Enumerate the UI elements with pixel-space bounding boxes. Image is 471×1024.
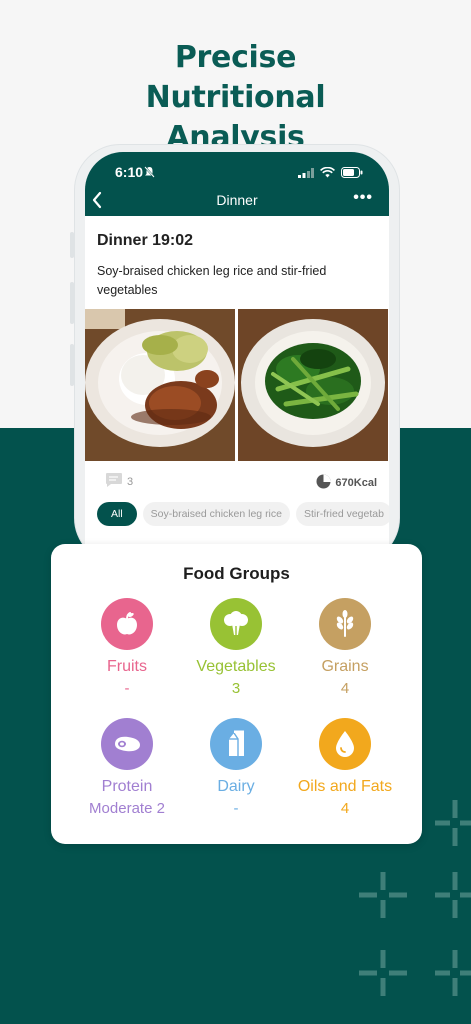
food-groups-title: Food Groups: [183, 564, 290, 583]
battery-icon: [341, 165, 363, 183]
food-group-label: Protein: [101, 778, 153, 795]
food-group-value: -: [124, 680, 130, 697]
food-filter-chips: All Soy-braised chicken leg rice Stir-fr…: [97, 502, 389, 526]
phone-side-button: [70, 344, 74, 386]
food-group-protein[interactable]: Protein Moderate 2: [65, 718, 189, 817]
nav-bar: Dinner •••: [85, 186, 389, 216]
stir-fried-vegetables-photo[interactable]: [238, 309, 388, 461]
chip-stir-fried-vegetables[interactable]: Stir-fried vegetab: [295, 502, 389, 526]
food-group-label: Vegetables: [196, 658, 276, 675]
food-group-vegetables[interactable]: Vegetables 3: [174, 598, 298, 697]
food-group-value: -: [233, 800, 239, 817]
meal-title: Dinner 19:02: [97, 232, 194, 249]
milk-carton-icon: [210, 718, 262, 770]
status-bar: 6:10: [85, 152, 389, 186]
food-group-grains[interactable]: Grains 4: [283, 598, 407, 697]
decorative-cross-pattern: [359, 800, 471, 996]
phone-screen: 6:10 Dinner ••• Dinner 19:02 Soy-braised…: [85, 152, 389, 552]
food-group-dairy[interactable]: Dairy -: [174, 718, 298, 817]
wifi-icon: [320, 165, 335, 183]
chip-all[interactable]: All: [97, 502, 137, 526]
chicken-rice-photo[interactable]: [85, 309, 235, 461]
comment-icon[interactable]: [105, 472, 123, 493]
food-group-label: Grains: [321, 658, 369, 675]
status-time: 6:10: [115, 164, 144, 180]
food-group-value: 4: [340, 680, 350, 697]
pie-chart-icon: [316, 474, 331, 492]
nav-title: Dinner: [216, 192, 258, 208]
phone-side-button: [70, 282, 74, 324]
meal-description: Soy-braised chicken leg rice and stir-fr…: [97, 264, 327, 297]
calories-summary: 670Kcal: [316, 474, 377, 492]
more-options-icon[interactable]: •••: [353, 189, 373, 207]
food-group-value: 3: [231, 680, 241, 697]
oil-drop-icon: [319, 718, 371, 770]
calories-value: 670Kcal: [335, 477, 377, 489]
phone-side-button: [70, 232, 74, 258]
broccoli-icon: [210, 598, 262, 650]
comment-count: 3: [127, 476, 134, 488]
food-group-value: Moderate 2: [89, 800, 165, 817]
headline: Precise Nutritional Analysis: [145, 40, 326, 155]
apple-icon: [101, 598, 153, 650]
meal-stats-row: 3 670Kcal: [85, 464, 389, 494]
meat-icon: [101, 718, 153, 770]
chip-soy-braised-chicken[interactable]: Soy-braised chicken leg rice: [142, 502, 290, 526]
signal-icon: [298, 165, 314, 183]
food-group-label: Fruits: [107, 658, 147, 675]
silent-bell-icon: [144, 165, 155, 183]
wheat-icon: [319, 598, 371, 650]
food-group-fruits[interactable]: Fruits -: [65, 598, 189, 697]
food-group-label: Dairy: [217, 778, 255, 795]
